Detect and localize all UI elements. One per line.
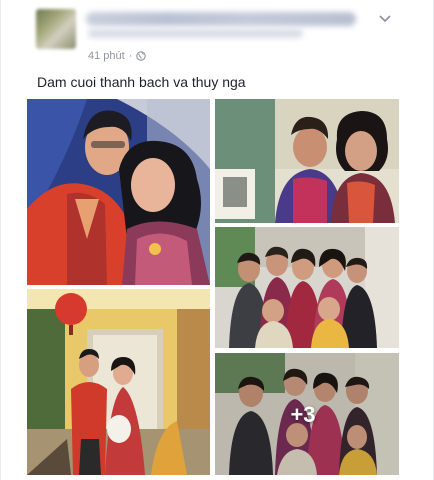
post-text: Dam cuoi thanh bach va thuy nga <box>37 74 246 90</box>
meta-separator: · <box>128 50 133 62</box>
author-avatar[interactable] <box>36 9 76 49</box>
more-photos-overlay[interactable]: +3 <box>215 353 399 475</box>
photo-group-more[interactable]: +3 <box>215 353 399 475</box>
author-name-blurred[interactable] <box>86 12 356 26</box>
post-time[interactable]: 41 phút <box>88 50 125 62</box>
photo-couple-doorway[interactable] <box>27 289 210 475</box>
photo-two-women-sofa[interactable] <box>215 99 399 223</box>
chevron-down-icon[interactable] <box>376 12 394 26</box>
author-subline-blurred <box>88 29 303 38</box>
more-photos-count: +3 <box>290 402 316 427</box>
facebook-post: 41 phút · Dam cuoi thanh bach va thuy ng… <box>0 0 434 480</box>
globe-icon[interactable] <box>136 51 147 61</box>
photo-couple-portrait[interactable] <box>27 99 210 285</box>
post-meta: 41 phút · <box>88 50 147 62</box>
photo-group-women[interactable] <box>215 227 399 348</box>
